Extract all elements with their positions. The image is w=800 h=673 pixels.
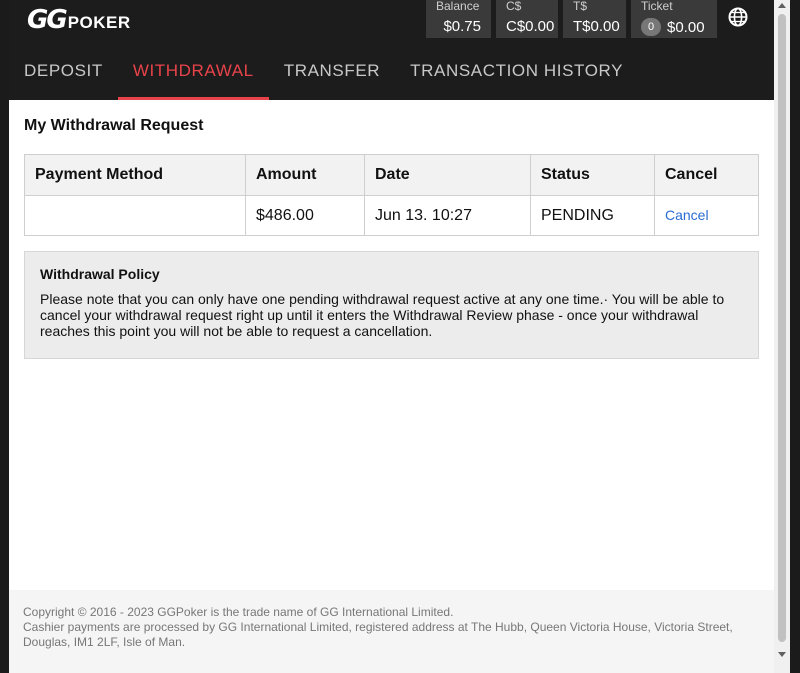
- tdollar-balance-box: T$ T$0.00: [563, 0, 626, 38]
- scroll-up-arrow-icon[interactable]: [778, 3, 786, 8]
- table-header-row: Payment Method Amount Date Status Cancel: [24, 154, 759, 196]
- cad-balance-label: C$: [506, 0, 522, 13]
- ticket-balance-box: Ticket 0 $0.00: [631, 0, 717, 38]
- tab-withdrawal[interactable]: WITHDRAWAL: [117, 55, 269, 100]
- ticket-label: Ticket: [641, 0, 673, 13]
- status-cell: PENDING: [530, 195, 655, 236]
- globe-icon[interactable]: [727, 6, 749, 28]
- page-title: My Withdrawal Request: [24, 117, 204, 134]
- footer: Copyright © 2016 - 2023 GGPoker is the t…: [9, 590, 774, 673]
- ticket-count-badge: 0: [641, 18, 661, 36]
- cad-balance-value: C$0.00: [506, 18, 555, 35]
- balance-label: Balance: [436, 0, 480, 13]
- cashier-tabs: DEPOSIT WITHDRAWAL TRANSFER TRANSACTION …: [9, 55, 638, 100]
- cancel-cell: Cancel: [654, 195, 759, 236]
- amount-cell: $486.00: [245, 195, 365, 236]
- ggpoker-logo: GG POKER: [27, 6, 131, 34]
- withdrawal-policy-box: Withdrawal Policy Please note that you c…: [24, 251, 759, 359]
- date-cell: Jun 13. 10:27: [364, 195, 531, 236]
- balance-box: Balance $0.75: [426, 0, 491, 38]
- header-date: Date: [364, 154, 531, 196]
- tdollar-balance-label: T$: [573, 0, 588, 13]
- balance-bar: Balance $0.75 C$ C$0.00 T$ T$0.00 Ticket…: [426, 0, 722, 38]
- policy-title: Withdrawal Policy: [40, 266, 160, 282]
- scroll-down-arrow-icon[interactable]: [778, 652, 786, 657]
- cancel-withdrawal-link[interactable]: Cancel: [665, 207, 709, 223]
- tab-transaction-history[interactable]: TRANSACTION HISTORY: [395, 55, 638, 100]
- header-payment-method: Payment Method: [24, 154, 246, 196]
- payment-method-cell: [24, 195, 246, 236]
- balance-value: $0.75: [443, 18, 481, 35]
- tdollar-balance-value: T$0.00: [573, 18, 620, 35]
- header-cancel: Cancel: [654, 154, 759, 196]
- withdrawal-request-table: Payment Method Amount Date Status Cancel…: [24, 154, 759, 236]
- header-amount: Amount: [245, 154, 365, 196]
- policy-text: Please note that you can only have one p…: [40, 291, 725, 339]
- cashier-window: GG POKER Balance $0.75 C$ C$0.00 T$ T$0.…: [9, 0, 790, 673]
- vertical-scrollbar[interactable]: [774, 0, 790, 673]
- logo-poker: POKER: [67, 13, 131, 32]
- logo-gg: GG: [27, 5, 68, 35]
- table-row: $486.00 Jun 13. 10:27 PENDING Cancel: [24, 195, 759, 236]
- cad-balance-box: C$ C$0.00: [496, 0, 558, 38]
- footer-copyright: Copyright © 2016 - 2023 GGPoker is the t…: [23, 605, 454, 619]
- footer-processor-info: Cashier payments are processed by GG Int…: [23, 620, 733, 649]
- tab-deposit[interactable]: DEPOSIT: [9, 55, 118, 100]
- tab-transfer[interactable]: TRANSFER: [269, 55, 395, 100]
- ticket-value: $0.00: [667, 19, 705, 36]
- scroll-thumb[interactable]: [778, 14, 786, 642]
- header-status: Status: [530, 154, 655, 196]
- ticket-value-row: 0 $0.00: [641, 18, 707, 37]
- header: GG POKER Balance $0.75 C$ C$0.00 T$ T$0.…: [9, 0, 774, 100]
